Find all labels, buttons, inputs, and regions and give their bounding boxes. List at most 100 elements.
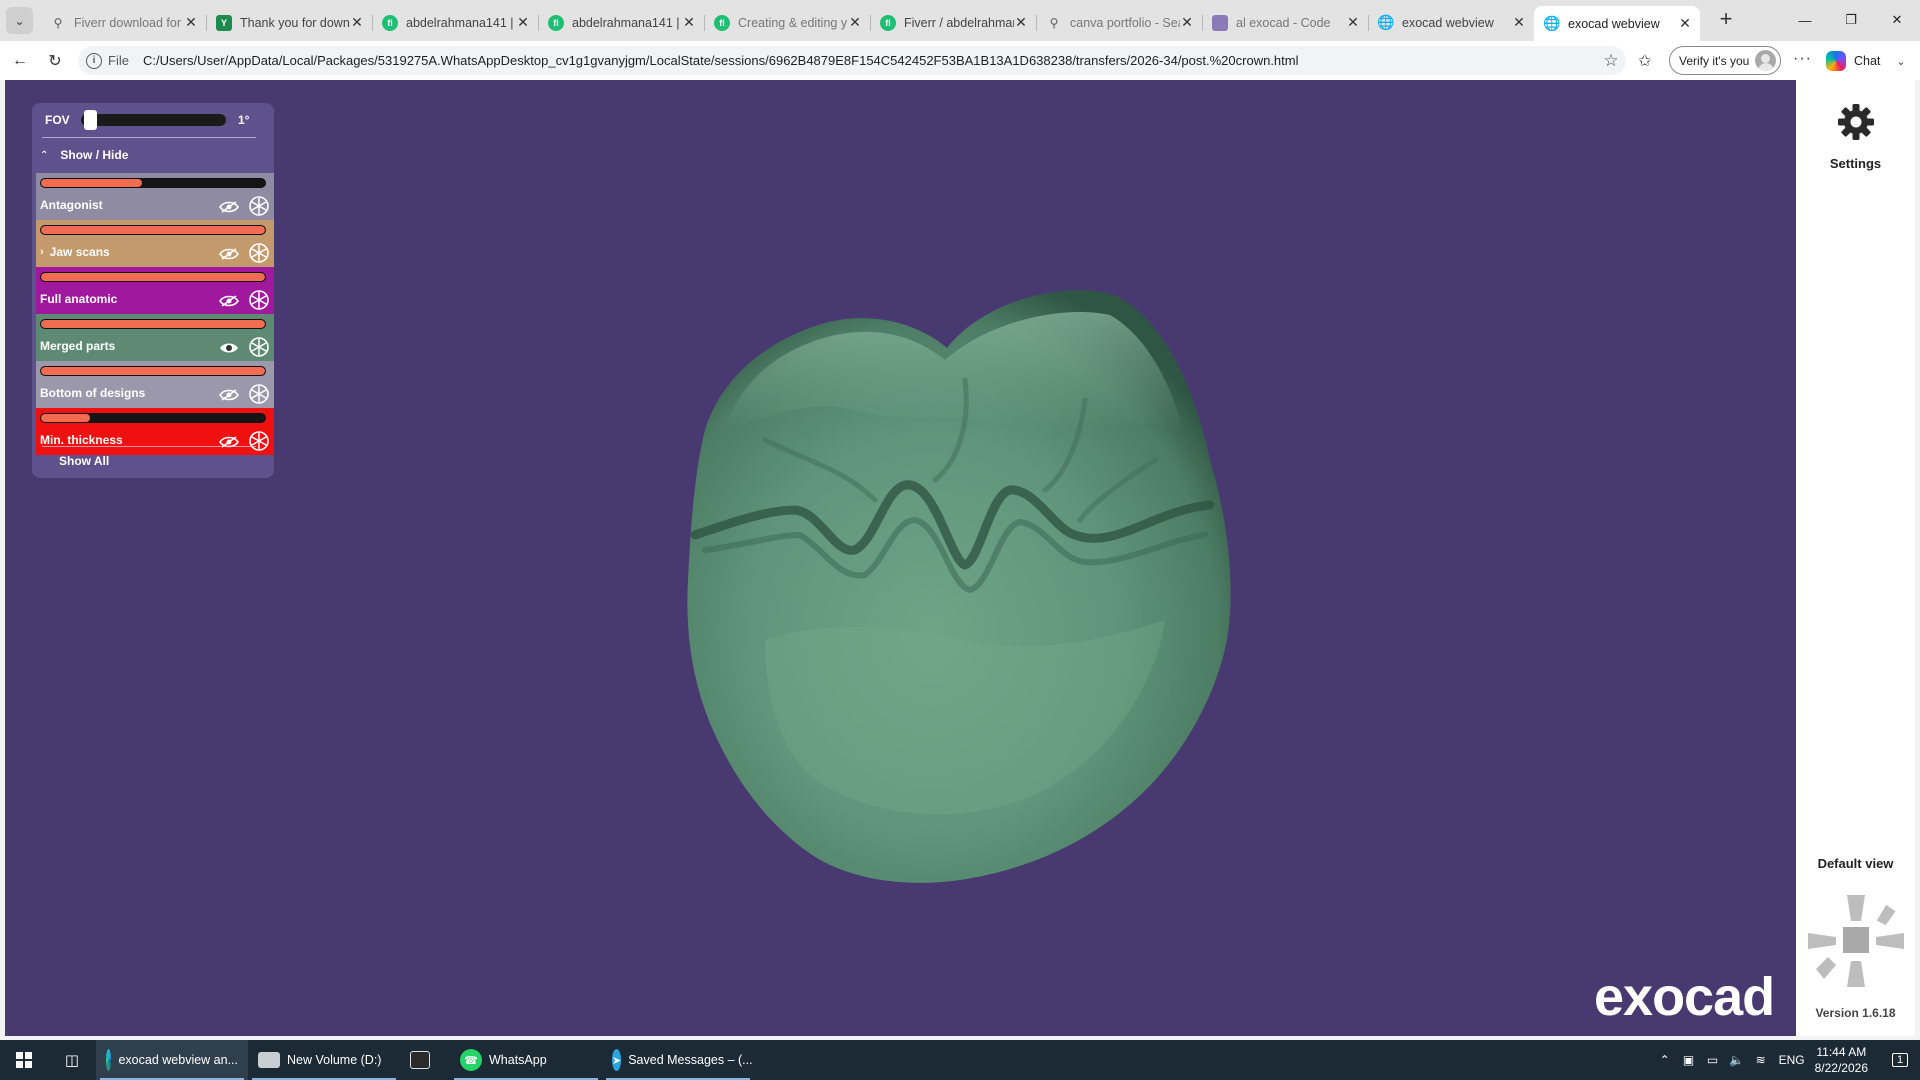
close-tab-icon[interactable]: ✕ [184, 14, 198, 31]
reload-icon[interactable]: ↻ [43, 49, 67, 73]
tab-label: exocad webview [1568, 16, 1660, 31]
close-window-button[interactable]: ✕ [1874, 0, 1920, 40]
chevron-right-icon[interactable]: › [40, 246, 44, 258]
close-tab-icon[interactable]: ✕ [1014, 14, 1028, 31]
tab-actions-chevron-icon[interactable]: ⌄ [6, 7, 33, 34]
edge-icon [106, 1049, 112, 1071]
more-options-icon[interactable]: ··· [1793, 50, 1812, 68]
browser-tab[interactable]: al exocad - Code ✕ [1202, 6, 1368, 39]
gear-icon[interactable] [1836, 102, 1876, 142]
layer-opacity-slider[interactable] [40, 413, 266, 423]
browser-tab[interactable]: fi Fiverr / abdelrahman ✕ [870, 6, 1036, 39]
eye-off-icon[interactable] [219, 200, 239, 213]
fov-slider[interactable] [81, 110, 226, 130]
layer-opacity-slider[interactable] [40, 366, 266, 376]
windows-taskbar: ◫ exocad webview an... New Volume (D:) ☎ Wh… [0, 1040, 1920, 1080]
close-tab-icon[interactable]: ✕ [848, 14, 862, 31]
layer-opacity-slider[interactable] [40, 225, 266, 235]
freeze-icon[interactable] [249, 243, 269, 263]
layer-opacity-slider[interactable] [40, 319, 266, 329]
notifications-icon[interactable]: 1 [1880, 1040, 1920, 1080]
close-tab-icon[interactable]: ✕ [1512, 14, 1526, 31]
close-tab-icon[interactable]: ✕ [682, 14, 696, 31]
layer-opacity-slider[interactable] [40, 178, 266, 188]
layer-opacity-fill [41, 273, 265, 281]
view-cube-icon[interactable] [1804, 889, 1908, 993]
show-hide-toggle[interactable]: ⌃ Show / Hide [32, 143, 274, 167]
restore-button[interactable]: ❐ [1828, 0, 1874, 40]
layer-row[interactable]: Bottom of designs [36, 361, 274, 408]
info-icon[interactable]: i [86, 52, 102, 69]
close-tab-icon[interactable]: ✕ [1678, 15, 1692, 32]
minimize-button[interactable]: — [1782, 0, 1828, 40]
browser-tab[interactable]: Y Thank you for downl ✕ [206, 6, 372, 39]
layer-opacity-fill [41, 320, 265, 328]
eye-off-icon[interactable] [219, 294, 239, 307]
taskbar-app[interactable] [400, 1040, 450, 1080]
layer-row[interactable]: › Jaw scans [36, 220, 274, 267]
taskbar-app[interactable]: exocad webview an... [96, 1040, 248, 1080]
divider [42, 446, 256, 447]
chevron-down-icon[interactable]: ⌄ [1896, 55, 1905, 68]
chevron-up-icon[interactable]: ⌃ [1653, 1053, 1677, 1067]
url-text[interactable]: C:/Users/User/AppData/Local/Packages/531… [143, 53, 1596, 68]
layer-row[interactable]: Full anatomic [36, 267, 274, 314]
copilot-chat-button[interactable]: Chat ⌄ [1826, 49, 1906, 73]
default-view-button[interactable]: Default view [1796, 856, 1915, 871]
layer-opacity-slider[interactable] [40, 272, 266, 282]
volume-icon[interactable]: 🔈 [1725, 1053, 1749, 1067]
eye-off-icon[interactable] [219, 388, 239, 401]
browser-tab[interactable]: 🌐 exocad webview ✕ [1368, 6, 1534, 39]
show-all-button[interactable]: Show All [59, 454, 109, 468]
browser-tab[interactable]: fi abdelrahmana141 | F ✕ [538, 6, 704, 39]
favorites-icon[interactable]: ✩ [1638, 51, 1651, 71]
wifi-icon[interactable]: ≋ [1749, 1053, 1773, 1067]
url-scheme: File [108, 53, 129, 68]
close-tab-icon[interactable]: ✕ [350, 14, 364, 31]
browser-tab[interactable]: 🌐 exocad webview ✕ [1534, 6, 1700, 41]
language-indicator[interactable]: ENG [1779, 1053, 1805, 1067]
address-bar[interactable]: i File C:/Users/User/AppData/Local/Packa… [78, 46, 1626, 75]
windows-start-button[interactable] [0, 1040, 48, 1080]
close-tab-icon[interactable]: ✕ [1346, 14, 1360, 31]
browser-tab[interactable]: fi abdelrahmana141 | F ✕ [372, 6, 538, 39]
browser-tab[interactable]: ⚲ Fiverr download for ✕ [40, 6, 206, 39]
eye-off-icon[interactable] [219, 247, 239, 260]
freeze-icon[interactable] [249, 431, 269, 451]
clapper-icon [410, 1051, 430, 1069]
freeze-icon[interactable] [249, 337, 269, 357]
layer-row[interactable]: Antagonist [36, 173, 274, 220]
browser-tab[interactable]: fi Creating & editing y ✕ [704, 6, 870, 39]
search-icon: ⚲ [1049, 15, 1059, 30]
close-tab-icon[interactable]: ✕ [1180, 14, 1194, 31]
divider [42, 137, 256, 138]
y-site-icon: Y [216, 14, 232, 31]
back-arrow-icon[interactable]: ← [8, 49, 32, 73]
verify-identity-button[interactable]: Verify it's you [1669, 46, 1781, 75]
meet-now-icon[interactable]: ▣ [1677, 1053, 1701, 1067]
layer-row[interactable]: Min. thickness [36, 408, 274, 455]
layer-label: Jaw scans [49, 245, 110, 259]
clock[interactable]: 11:44 AM 8/22/2026 [1815, 1044, 1868, 1076]
settings-button-label[interactable]: Settings [1796, 156, 1915, 171]
layer-name: Full anatomic [40, 292, 117, 306]
search-icon: ⚲ [53, 15, 63, 30]
fov-slider-thumb[interactable] [83, 110, 97, 130]
taskbar-app[interactable]: ☎ WhatsApp [450, 1040, 602, 1080]
taskbar-app[interactable]: ➤ Saved Messages – (... [602, 1040, 754, 1080]
eye-icon[interactable] [219, 341, 239, 353]
star-icon[interactable]: ☆ [1596, 51, 1626, 71]
freeze-icon[interactable] [249, 384, 269, 404]
fov-control: FOV 1° [32, 103, 274, 137]
tab-label: Fiverr download for [74, 15, 181, 30]
close-tab-icon[interactable]: ✕ [516, 14, 530, 31]
layer-row[interactable]: Merged parts [36, 314, 274, 361]
browser-tab[interactable]: ⚲ canva portfolio - Sea ✕ [1036, 6, 1202, 39]
battery-icon[interactable]: ▭ [1701, 1053, 1725, 1067]
task-view-icon[interactable]: ◫ [48, 1040, 96, 1080]
freeze-icon[interactable] [249, 196, 269, 216]
taskbar-app[interactable]: New Volume (D:) [248, 1040, 400, 1080]
new-tab-button[interactable]: + [1714, 8, 1738, 32]
layer-name: Min. thickness [40, 433, 123, 447]
freeze-icon[interactable] [249, 290, 269, 310]
